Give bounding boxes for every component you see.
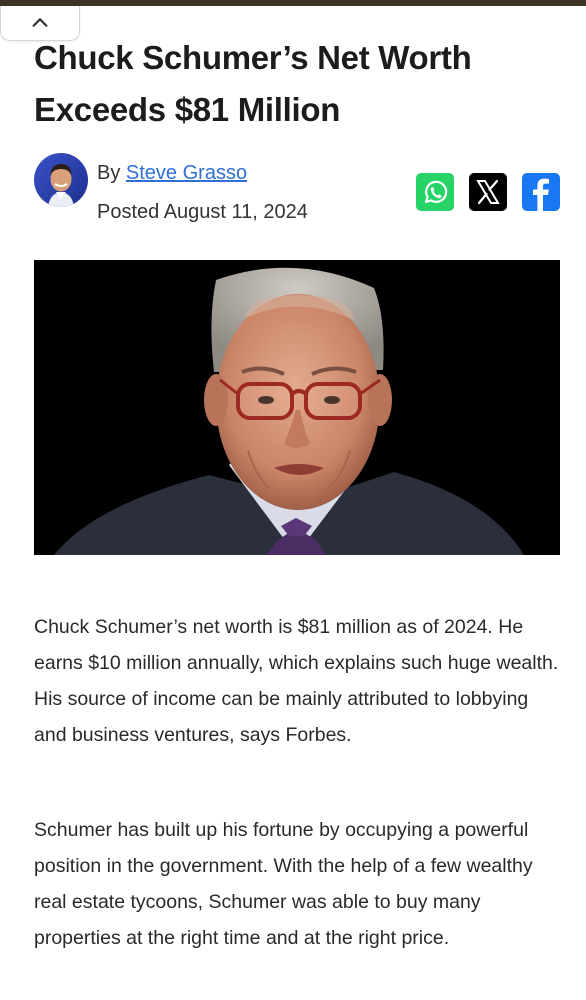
x-icon <box>469 173 507 211</box>
share-facebook-button[interactable] <box>522 173 560 211</box>
share-whatsapp-button[interactable] <box>416 173 454 211</box>
article-headline: Chuck Schumer’s Net Worth Exceeds $81 Mi… <box>34 39 472 128</box>
article-hero-image <box>34 260 560 555</box>
facebook-icon <box>522 173 560 211</box>
share-x-button[interactable] <box>469 173 507 211</box>
byline: By Steve Grasso <box>97 160 247 186</box>
top-strip <box>0 0 586 6</box>
article-paragraph: Schumer has built up his fortune by occu… <box>34 819 533 949</box>
author-link[interactable]: Steve Grasso <box>126 162 247 184</box>
chevron-up-icon <box>32 18 48 27</box>
posted-date: Posted August 11, 2024 <box>97 201 308 223</box>
author-avatar[interactable] <box>34 153 88 207</box>
byline-prefix: By <box>97 162 126 184</box>
whatsapp-icon <box>416 173 454 211</box>
article-paragraph: Chuck Schumer’s net worth is $81 million… <box>34 616 559 746</box>
